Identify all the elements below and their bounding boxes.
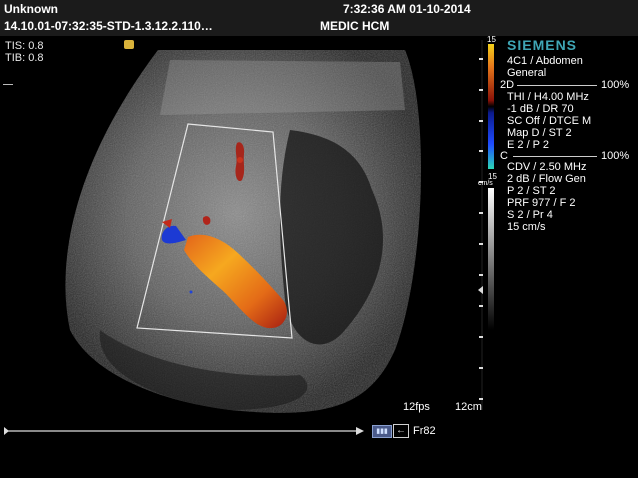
param-transducer: 4C1 / Abdomen — [507, 55, 583, 67]
param-c-line5: S 2 / Pr 4 — [507, 209, 553, 221]
param-2d-line3: SC Off / DTCE M — [507, 115, 592, 127]
param-c-line1: CDV / 2.50 MHz — [507, 161, 587, 173]
divider — [513, 156, 597, 157]
depth-tick — [479, 89, 483, 91]
probe-orientation-icon — [124, 40, 134, 49]
depth-tick — [479, 120, 483, 122]
param-2d-line4: Map D / ST 2 — [507, 127, 572, 139]
frame-number: Fr82 — [413, 425, 436, 437]
param-2d-line2: -1 dB / DR 70 — [507, 103, 574, 115]
color-scale-top: 15 — [487, 35, 496, 44]
param-c-line4: PRF 977 / F 2 — [507, 197, 576, 209]
depth-tick — [479, 305, 483, 307]
divider — [517, 85, 597, 86]
param-c-line3: P 2 / ST 2 — [507, 185, 556, 197]
param-c-line6: 15 cm/s — [507, 221, 546, 233]
manufacturer-logo: SIEMENS — [507, 37, 578, 53]
depth-tick — [479, 367, 483, 369]
param-preset: General — [507, 67, 547, 79]
depth-tick — [479, 58, 483, 60]
depth-tick — [479, 398, 483, 400]
color-velocity-bar — [488, 44, 494, 169]
param-c-line2: 2 dB / Flow Gen — [507, 173, 586, 185]
mode-2d-gain: 100% — [601, 79, 630, 91]
param-2d-line1: THI / H4.00 MHz — [507, 91, 589, 103]
param-2d-line5: E 2 / P 2 — [507, 139, 549, 151]
frame-rate: 12fps — [403, 401, 430, 413]
depth-tick — [479, 274, 483, 276]
depth-tick — [479, 212, 483, 214]
depth-label: 12cm — [455, 401, 482, 413]
color-scale-unit: cm/s — [478, 180, 493, 187]
grayscale-bar — [488, 188, 494, 330]
depth-tick — [479, 336, 483, 338]
depth-tick — [479, 150, 483, 152]
mode-c-gain: 100% — [601, 150, 630, 162]
mode-2d-label: 2D — [500, 79, 515, 91]
depth-tick — [479, 243, 483, 245]
cine-icon[interactable]: ▮▮▮ — [372, 425, 392, 438]
back-arrow-icon[interactable]: ← — [393, 424, 409, 438]
